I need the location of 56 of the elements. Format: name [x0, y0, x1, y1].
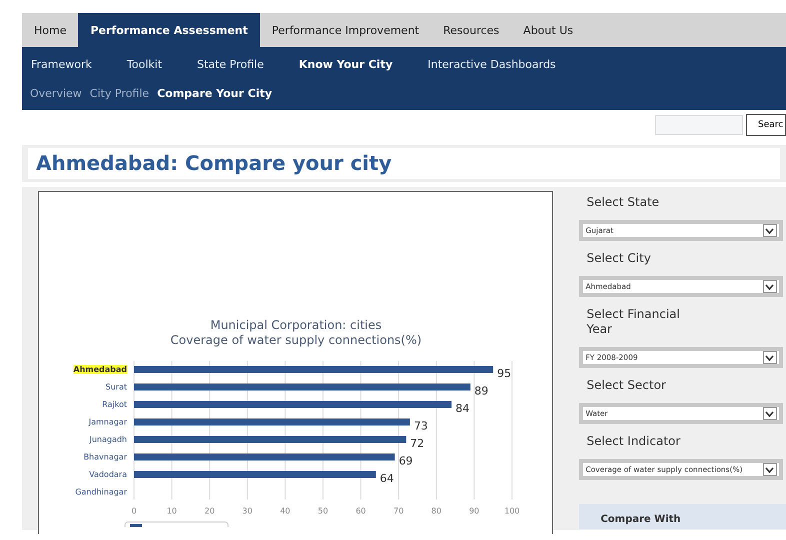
caret-icon [762, 351, 777, 364]
chart-title: Municipal Corporation: cities [210, 318, 382, 332]
caret-icon [762, 407, 777, 420]
caret-icon [762, 280, 777, 293]
category-label: Junagadh [89, 435, 127, 444]
axis-tick-label: 30 [242, 506, 252, 516]
nav-link[interactable]: Toolkit [126, 58, 162, 70]
category-label: Ahmedabad [73, 365, 127, 374]
search-button[interactable]: Searc [746, 114, 786, 136]
axis-tick-label: 70 [394, 506, 404, 516]
value-label: 89 [474, 384, 488, 398]
caret-icon [762, 463, 777, 476]
nav-tab[interactable]: Performance Improvement [260, 13, 432, 47]
field-label: Select Indicator [586, 434, 682, 449]
nav-link[interactable]: Interactive Dashboards [428, 58, 556, 70]
nav-link[interactable]: Framework [31, 58, 92, 70]
axis-tick-label: 10 [166, 506, 177, 516]
nav-link[interactable]: State Profile [197, 58, 264, 70]
axis-tick-label: 90 [469, 506, 480, 516]
field-label: Select State [586, 195, 660, 210]
category-label: Bhavnagar [84, 452, 127, 462]
category-label: Vadodara [89, 470, 127, 479]
section-heading: Compare With [600, 514, 681, 525]
chart-title: Coverage of water supply connections(%) [170, 333, 422, 347]
nav-tab[interactable]: Home [22, 13, 78, 47]
nav-link[interactable]: Know Your City [298, 58, 393, 70]
field-label: Select Sector [586, 378, 667, 393]
axis-tick-label: 80 [431, 506, 442, 516]
field-label: Select Financial Year [586, 307, 681, 337]
category-label: Surat [106, 382, 127, 392]
value-label: 64 [380, 472, 394, 485]
legend-swatch-icon [130, 524, 142, 527]
axis-tick-label: 0 [131, 506, 137, 516]
axis-tick-label: 20 [204, 506, 215, 516]
category-label: Gandhinagar [75, 488, 127, 496]
caret-icon [762, 224, 777, 237]
field-label: Select City [586, 251, 652, 266]
nav-tab[interactable]: Performance Assessment [78, 13, 260, 47]
nav-tab[interactable]: About Us [511, 13, 586, 47]
axis-tick-label: 100 [504, 506, 520, 516]
nav-link[interactable]: City Profile [90, 86, 150, 100]
category-label: Rajkot [102, 400, 127, 409]
axis-tick-label: 40 [280, 506, 290, 516]
axis-tick-label: 60 [356, 506, 366, 516]
value-label: 72 [410, 437, 424, 450]
category-label: Jamnagar [88, 418, 127, 426]
value-label: 69 [398, 454, 413, 468]
nav-link[interactable]: Compare Your City [157, 86, 272, 100]
page-title: Ahmedabad: Compare your city [28, 148, 780, 179]
nav-tab[interactable]: Resources [431, 13, 512, 47]
search-field[interactable] [655, 115, 743, 135]
nav-link[interactable]: Overview [30, 86, 82, 100]
value-label: 95 [497, 367, 512, 380]
value-label: 84 [456, 402, 470, 415]
value-label: 73 [414, 420, 428, 432]
axis-tick-label: 50 [318, 506, 328, 516]
